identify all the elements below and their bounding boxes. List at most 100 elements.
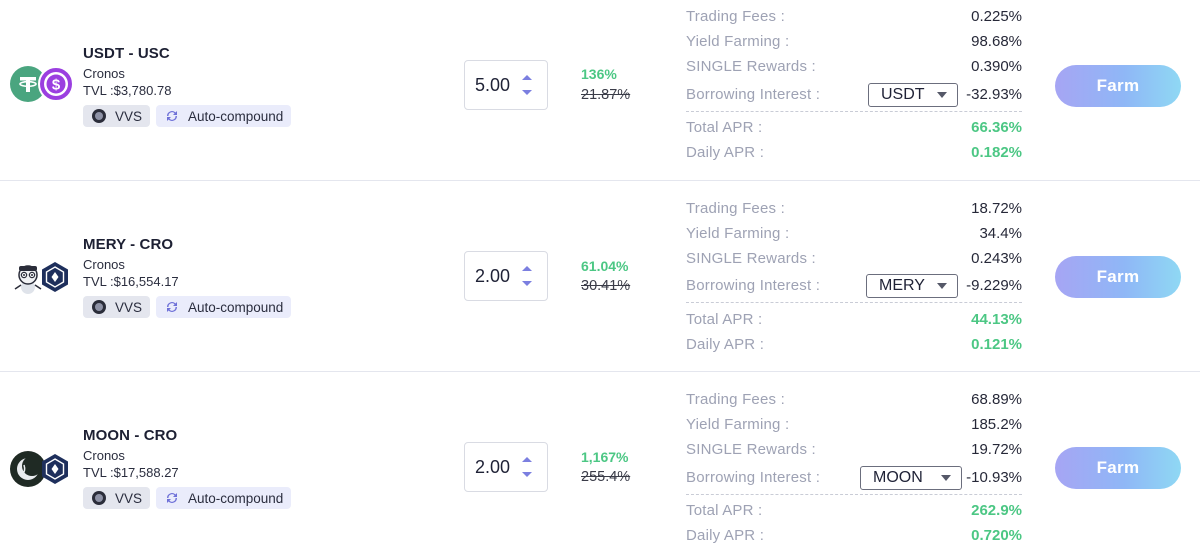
farm-button[interactable]: Farm [1055, 65, 1181, 107]
token-pair-icons: $ [10, 66, 76, 102]
leverage-stepper[interactable]: 5.00 [464, 60, 548, 110]
divider [686, 494, 1022, 495]
single-rewards-label: SINGLE Rewards : [686, 250, 816, 267]
yield-farming-value: 185.2% [971, 416, 1022, 433]
dex-tag: VVS [83, 296, 151, 318]
tvl-label: TVL : [83, 465, 114, 480]
leverage-value[interactable]: 2.00 [475, 457, 510, 478]
borrow-token-select[interactable]: MOON [860, 466, 962, 490]
chain-name: Cronos [83, 257, 125, 272]
cro-icon [40, 453, 70, 485]
caret-down-icon [941, 475, 951, 481]
tvl: TVL :$16,554.17 [83, 274, 179, 289]
daily-apr-label: Daily APR : [686, 527, 765, 544]
token-pair-icons [10, 259, 76, 295]
daily-apr-label: Daily APR : [686, 144, 765, 161]
strategy-label: Auto-compound [188, 299, 284, 315]
pair-name: USDT - USC [83, 45, 170, 62]
borrowing-interest-label: Borrowing Interest : [686, 86, 821, 103]
tvl-value: $16,554.17 [113, 274, 179, 289]
daily-apr-value: 0.720% [971, 527, 1022, 544]
usc-icon: $ [38, 66, 74, 102]
strategy-tag: Auto-compound [156, 487, 292, 509]
auto-compound-icon [167, 302, 177, 312]
farm-button[interactable]: Farm [1055, 256, 1181, 298]
farm-row-usdt-usc: $ USDT - USC Cronos TVL :$3,780.78 VVS A… [0, 0, 1200, 181]
farm-row-mery-cro: MERY - CRO Cronos TVL :$16,554.17 VVS Au… [0, 181, 1200, 372]
tvl-value: $17,588.27 [113, 465, 179, 480]
trading-fees-label: Trading Fees : [686, 391, 785, 408]
trading-fees-label: Trading Fees : [686, 8, 785, 25]
chevron-down-icon[interactable] [521, 471, 533, 479]
chain-name: Cronos [83, 448, 125, 463]
total-apr-value: 44.13% [971, 311, 1022, 328]
borrow-token-value: MOON [873, 469, 923, 486]
borrow-token-value: USDT [881, 86, 925, 103]
single-rewards-label: SINGLE Rewards : [686, 441, 816, 458]
apr-leveraged: 61.04% [581, 258, 629, 274]
chevron-down-icon[interactable] [521, 89, 533, 97]
yield-farming-value: 98.68% [971, 33, 1022, 50]
daily-apr-value: 0.121% [971, 336, 1022, 353]
apr-base: 255.4% [581, 469, 631, 485]
apr-leveraged: 136% [581, 66, 617, 82]
trading-fees-label: Trading Fees : [686, 200, 785, 217]
dex-label: VVS [115, 299, 143, 315]
daily-apr-label: Daily APR : [686, 336, 765, 353]
trading-fees-value: 68.89% [971, 391, 1022, 408]
auto-compound-icon [167, 111, 177, 121]
caret-down-icon [937, 283, 947, 289]
daily-apr-value: 0.182% [971, 144, 1022, 161]
vvs-icon [92, 109, 106, 123]
dex-label: VVS [115, 108, 143, 124]
trading-fees-value: 0.225% [971, 8, 1022, 25]
yield-farming-label: Yield Farming : [686, 33, 790, 50]
yield-farming-value: 34.4% [979, 225, 1022, 242]
chevron-up-icon[interactable] [521, 73, 533, 81]
total-apr-label: Total APR : [686, 502, 763, 519]
tvl: TVL :$3,780.78 [83, 83, 171, 98]
total-apr-label: Total APR : [686, 119, 763, 136]
tvl-value: $3,780.78 [113, 83, 172, 98]
leverage-stepper[interactable]: 2.00 [464, 251, 548, 301]
farm-row-moon-cro: MOON - CRO Cronos TVL :$17,588.27 VVS Au… [0, 372, 1200, 554]
trading-fees-value: 18.72% [971, 200, 1022, 217]
caret-down-icon [937, 92, 947, 98]
apr-base: 21.87% [581, 87, 631, 103]
strategy-label: Auto-compound [188, 108, 284, 124]
token-pair-icons [10, 451, 76, 487]
chevron-down-icon[interactable] [521, 280, 533, 288]
borrow-token-select[interactable]: USDT [868, 83, 958, 107]
borrowing-interest-label: Borrowing Interest : [686, 277, 821, 294]
cro-icon [40, 261, 70, 293]
total-apr-value: 262.9% [971, 502, 1022, 519]
single-rewards-value: 19.72% [971, 441, 1022, 458]
total-apr-label: Total APR : [686, 311, 763, 328]
auto-compound-icon [167, 493, 177, 503]
dex-tag: VVS [83, 487, 151, 509]
dex-tag: VVS [83, 105, 151, 127]
divider [686, 111, 1022, 112]
borrow-token-select[interactable]: MERY [866, 274, 958, 298]
strategy-tag: Auto-compound [156, 296, 292, 318]
tvl: TVL :$17,588.27 [83, 465, 179, 480]
leverage-value[interactable]: 2.00 [475, 266, 510, 287]
borrowing-interest-label: Borrowing Interest : [686, 469, 821, 486]
yield-farming-label: Yield Farming : [686, 225, 790, 242]
apr-leveraged: 1,167% [581, 449, 629, 465]
farm-button[interactable]: Farm [1055, 447, 1181, 489]
chevron-up-icon[interactable] [521, 455, 533, 463]
chevron-up-icon[interactable] [521, 264, 533, 272]
borrowing-interest-value: -9.229% [966, 277, 1022, 294]
chain-name: Cronos [83, 66, 125, 81]
dex-label: VVS [115, 490, 143, 506]
strategy-tag: Auto-compound [156, 105, 292, 127]
divider [686, 302, 1022, 303]
single-rewards-label: SINGLE Rewards : [686, 58, 816, 75]
yield-farming-label: Yield Farming : [686, 416, 790, 433]
leverage-value[interactable]: 5.00 [475, 75, 510, 96]
borrowing-interest-value: -10.93% [966, 469, 1022, 486]
strategy-label: Auto-compound [188, 490, 284, 506]
svg-text:$: $ [52, 77, 61, 94]
leverage-stepper[interactable]: 2.00 [464, 442, 548, 492]
